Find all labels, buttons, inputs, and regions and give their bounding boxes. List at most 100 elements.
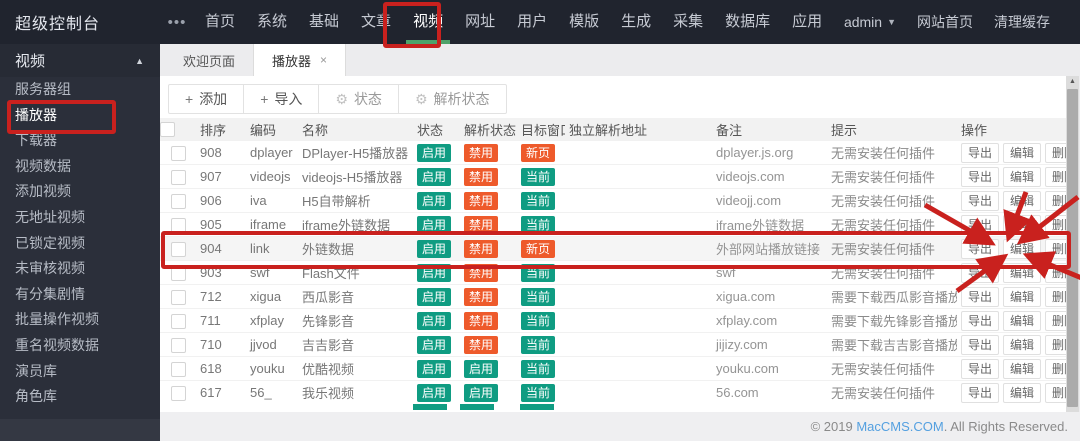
target-badge[interactable]: 当前 <box>521 287 556 306</box>
parse-badge[interactable]: 启用 <box>464 383 499 402</box>
parse-badge[interactable]: 禁用 <box>464 143 499 162</box>
toolbar-button-状态[interactable]: ⚙ 状态 <box>318 84 399 114</box>
scroll-up-icon[interactable]: ▲ <box>1066 78 1079 85</box>
target-badge[interactable]: 当前 <box>521 311 556 330</box>
parse-badge[interactable]: 禁用 <box>464 263 499 282</box>
sidebar-item-批量操作视频[interactable]: 批量操作视频 <box>0 307 160 333</box>
sidebar-item-角色库[interactable]: 角色库 <box>0 384 160 410</box>
sidebar-item-重名视频数据[interactable]: 重名视频数据 <box>0 333 160 359</box>
target-badge[interactable]: 当前 <box>521 167 556 186</box>
sidebar-item-播放器[interactable]: 播放器 <box>0 103 160 129</box>
tab-播放器[interactable]: 播放器 × <box>254 44 347 76</box>
nav-item-基础[interactable]: 基础 <box>302 0 346 44</box>
target-badge[interactable]: 新页 <box>521 143 556 162</box>
row-checkbox[interactable] <box>170 289 186 305</box>
sidebar-section-video[interactable]: 视频 ▲ <box>0 44 160 77</box>
parse-badge[interactable]: 禁用 <box>464 335 499 354</box>
action-删除-button[interactable]: 删除 <box>1045 286 1066 307</box>
nav-item-网址[interactable]: 网址 <box>458 0 502 44</box>
action-编辑-button[interactable]: 编辑 <box>1003 238 1042 259</box>
row-checkbox[interactable] <box>170 361 186 377</box>
sidebar-item-未审核视频[interactable]: 未审核视频 <box>0 256 160 282</box>
action-导出-button[interactable]: 导出 <box>961 238 1000 259</box>
action-删除-button[interactable]: 删除 <box>1045 238 1066 259</box>
status-badge[interactable]: 启用 <box>417 311 452 330</box>
action-删除-button[interactable]: 删除 <box>1045 214 1066 235</box>
parse-badge[interactable]: 启用 <box>464 359 499 378</box>
parse-badge[interactable]: 禁用 <box>464 287 499 306</box>
action-导出-button[interactable]: 导出 <box>961 214 1000 235</box>
select-all-checkbox[interactable] <box>160 122 175 138</box>
action-删除-button[interactable]: 删除 <box>1045 166 1066 187</box>
toolbar-button-解析状态[interactable]: ⚙ 解析状态 <box>397 84 507 114</box>
toolbar-button-导入[interactable]: + 导入 <box>243 84 320 114</box>
status-badge[interactable]: 启用 <box>417 239 452 258</box>
clear-cache-link[interactable]: 清理缓存 <box>994 12 1050 32</box>
nav-item-生成[interactable]: 生成 <box>614 0 658 44</box>
nav-item-首页[interactable]: 首页 <box>198 0 242 44</box>
more-menu-icon[interactable]: ••• <box>160 14 194 31</box>
action-编辑-button[interactable]: 编辑 <box>1003 262 1042 283</box>
nav-item-应用[interactable]: 应用 <box>785 0 829 44</box>
sidebar-item-无地址视频[interactable]: 无地址视频 <box>0 205 160 231</box>
row-checkbox[interactable] <box>170 265 186 281</box>
toolbar-button-添加[interactable]: + 添加 <box>168 84 245 114</box>
nav-item-数据库[interactable]: 数据库 <box>718 0 777 44</box>
action-导出-button[interactable]: 导出 <box>961 382 1000 403</box>
action-编辑-button[interactable]: 编辑 <box>1003 382 1042 403</box>
sidebar-item-演员库[interactable]: 演员库 <box>0 359 160 385</box>
action-导出-button[interactable]: 导出 <box>961 310 1000 331</box>
action-编辑-button[interactable]: 编辑 <box>1003 358 1042 379</box>
close-icon[interactable]: × <box>320 53 327 67</box>
parse-badge[interactable]: 禁用 <box>464 239 499 258</box>
action-导出-button[interactable]: 导出 <box>961 190 1000 211</box>
status-badge[interactable]: 启用 <box>417 143 452 162</box>
row-checkbox[interactable] <box>170 313 186 329</box>
status-badge[interactable]: 启用 <box>417 263 452 282</box>
target-badge[interactable]: 当前 <box>521 191 556 210</box>
action-编辑-button[interactable]: 编辑 <box>1003 166 1042 187</box>
nav-item-用户[interactable]: 用户 <box>510 0 554 44</box>
action-删除-button[interactable]: 删除 <box>1045 262 1066 283</box>
target-badge[interactable]: 当前 <box>521 383 556 402</box>
target-badge[interactable]: 当前 <box>521 335 556 354</box>
row-checkbox[interactable] <box>170 385 186 401</box>
row-checkbox[interactable] <box>170 193 186 209</box>
action-导出-button[interactable]: 导出 <box>961 166 1000 187</box>
action-删除-button[interactable]: 删除 <box>1045 358 1066 379</box>
action-编辑-button[interactable]: 编辑 <box>1003 190 1042 211</box>
row-checkbox[interactable] <box>170 169 186 185</box>
parse-badge[interactable]: 禁用 <box>464 215 499 234</box>
nav-item-系统[interactable]: 系统 <box>250 0 294 44</box>
action-导出-button[interactable]: 导出 <box>961 262 1000 283</box>
action-导出-button[interactable]: 导出 <box>961 358 1000 379</box>
scrollbar-thumb[interactable] <box>1067 89 1078 407</box>
action-删除-button[interactable]: 删除 <box>1045 142 1066 163</box>
row-checkbox[interactable] <box>170 337 186 353</box>
sidebar-item-视频数据[interactable]: 视频数据 <box>0 154 160 180</box>
action-编辑-button[interactable]: 编辑 <box>1003 214 1042 235</box>
row-checkbox[interactable] <box>170 217 186 233</box>
action-编辑-button[interactable]: 编辑 <box>1003 142 1042 163</box>
sidebar-item-添加视频[interactable]: 添加视频 <box>0 179 160 205</box>
user-menu[interactable]: admin ▼ <box>844 14 896 30</box>
sidebar-item-下载器[interactable]: 下载器 <box>0 128 160 154</box>
status-badge[interactable]: 启用 <box>417 167 452 186</box>
target-badge[interactable]: 当前 <box>521 359 556 378</box>
nav-item-采集[interactable]: 采集 <box>666 0 710 44</box>
row-checkbox[interactable] <box>170 145 186 161</box>
status-badge[interactable]: 启用 <box>417 191 452 210</box>
action-导出-button[interactable]: 导出 <box>961 334 1000 355</box>
action-编辑-button[interactable]: 编辑 <box>1003 334 1042 355</box>
parse-badge[interactable]: 禁用 <box>464 311 499 330</box>
target-badge[interactable]: 新页 <box>521 239 556 258</box>
action-删除-button[interactable]: 删除 <box>1045 190 1066 211</box>
sidebar-item-有分集剧情[interactable]: 有分集剧情 <box>0 282 160 308</box>
action-删除-button[interactable]: 删除 <box>1045 310 1066 331</box>
action-编辑-button[interactable]: 编辑 <box>1003 310 1042 331</box>
parse-badge[interactable]: 禁用 <box>464 191 499 210</box>
status-badge[interactable]: 启用 <box>417 287 452 306</box>
action-编辑-button[interactable]: 编辑 <box>1003 286 1042 307</box>
status-badge[interactable]: 启用 <box>417 335 452 354</box>
vertical-scrollbar[interactable]: ▲ <box>1066 76 1079 412</box>
